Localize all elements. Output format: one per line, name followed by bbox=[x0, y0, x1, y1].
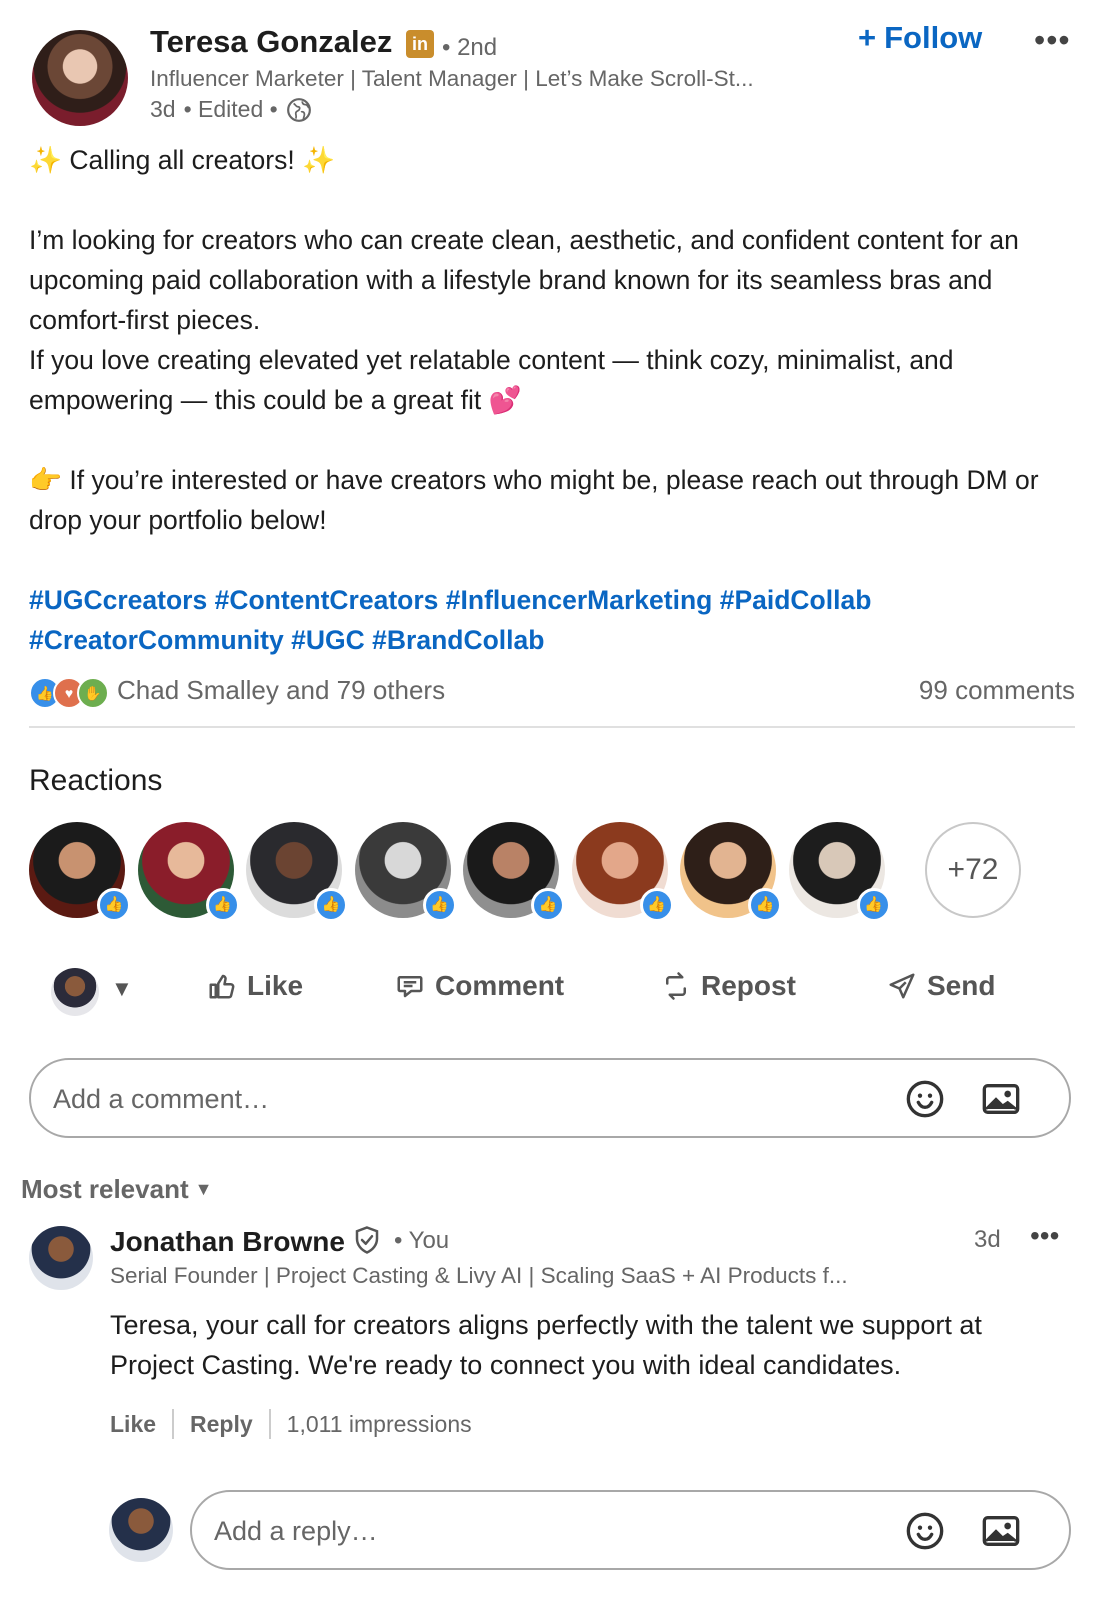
support-reaction-icon: ✋ bbox=[77, 677, 109, 709]
hashtag-link[interactable]: #BrandCollab bbox=[372, 625, 544, 655]
hashtag-list: #UGCcreators #ContentCreators #Influence… bbox=[29, 580, 1079, 660]
reply-avatar[interactable] bbox=[109, 1498, 173, 1562]
hashtag-link[interactable]: #ContentCreators bbox=[215, 585, 439, 615]
repost-button[interactable]: Repost bbox=[661, 970, 796, 1002]
reactor-avatar[interactable]: 👍 bbox=[463, 822, 565, 922]
action-bar: ▼ Like Comment Repost Send bbox=[29, 960, 1075, 1020]
like-badge-icon: 👍 bbox=[314, 888, 348, 922]
reactor-avatar[interactable]: 👍 bbox=[354, 822, 457, 922]
social-counts: 👍 ♥ ✋ Chad Smalley and 79 others 99 comm… bbox=[29, 673, 1075, 713]
more-options-icon[interactable]: ••• bbox=[1034, 22, 1071, 59]
connection-degree: • 2nd bbox=[442, 34, 498, 61]
divider bbox=[29, 726, 1075, 728]
send-icon bbox=[889, 973, 915, 999]
post-paragraph-3: If you love creating elevated yet relata… bbox=[29, 345, 954, 415]
reactor-avatar[interactable]: 👍 bbox=[788, 822, 891, 922]
reactor-avatar[interactable]: 👍 bbox=[571, 822, 674, 922]
hashtag-link[interactable]: #InfluencerMarketing bbox=[446, 585, 713, 615]
plus-icon: + bbox=[858, 20, 877, 55]
author-headline: Influencer Marketer | Talent Manager | L… bbox=[150, 66, 754, 91]
comment-reply-button[interactable]: Reply bbox=[190, 1411, 253, 1438]
post-time: 3d bbox=[150, 96, 176, 122]
image-icon[interactable] bbox=[981, 1079, 1021, 1119]
send-button[interactable]: Send bbox=[887, 970, 995, 1002]
hashtag-link[interactable]: #UGCcreators bbox=[29, 585, 207, 615]
comment-more-icon[interactable]: ••• bbox=[1030, 1220, 1059, 1252]
commenter-headline: Serial Founder | Project Casting & Livy … bbox=[110, 1263, 848, 1288]
hashtag-link[interactable]: #CreatorCommunity bbox=[29, 625, 284, 655]
post-meta: 3d • Edited • bbox=[150, 96, 312, 123]
like-badge-icon: 👍 bbox=[97, 888, 131, 922]
comment-icon bbox=[397, 976, 423, 998]
actor-avatar[interactable] bbox=[51, 968, 99, 1016]
premium-badge-icon: in bbox=[406, 30, 434, 58]
post-paragraph-2: I’m looking for creators who can create … bbox=[29, 225, 1019, 335]
emoji-icon[interactable] bbox=[905, 1511, 945, 1551]
separator bbox=[268, 1409, 271, 1439]
comment-like-button[interactable]: Like bbox=[110, 1411, 156, 1438]
send-label: Send bbox=[927, 970, 996, 1001]
like-badge-icon: 👍 bbox=[748, 888, 782, 922]
reply-composer[interactable] bbox=[190, 1490, 1071, 1570]
post-paragraph-4: 👉 If you’re interested or have creators … bbox=[29, 465, 1039, 535]
repost-label: Repost bbox=[701, 970, 796, 1001]
edited-label: • Edited • bbox=[183, 96, 278, 122]
author-avatar[interactable] bbox=[32, 30, 128, 126]
like-label: Like bbox=[247, 970, 304, 1001]
comment-text: Teresa, your call for creators aligns pe… bbox=[110, 1310, 982, 1380]
thumbs-up-icon bbox=[209, 974, 235, 999]
repost-icon bbox=[666, 972, 686, 1000]
post-card: Teresa Gonzalez in • 2nd Influencer Mark… bbox=[0, 0, 1100, 1618]
comment-time: 3d bbox=[974, 1226, 1001, 1253]
follow-label: Follow bbox=[884, 20, 983, 55]
sort-dropdown[interactable]: Most relevant ▼ bbox=[21, 1174, 212, 1205]
comment-input[interactable] bbox=[51, 1070, 875, 1128]
post-body: ✨ Calling all creators! ✨ I’m looking fo… bbox=[29, 140, 1079, 660]
follow-button[interactable]: + Follow bbox=[858, 20, 982, 56]
globe-icon bbox=[286, 97, 311, 122]
caret-down-icon: ▼ bbox=[194, 1179, 213, 1199]
like-badge-icon: 👍 bbox=[639, 888, 674, 922]
reactor-avatar[interactable]: 👍 bbox=[29, 822, 131, 922]
like-button[interactable]: Like bbox=[207, 970, 303, 1002]
reactors-summary[interactable]: Chad Smalley and 79 others bbox=[117, 675, 445, 706]
commenter-avatar[interactable] bbox=[29, 1226, 93, 1290]
comment-actions: Like Reply 1,011 impressions bbox=[110, 1409, 472, 1439]
you-label: • You bbox=[394, 1227, 450, 1254]
image-icon[interactable] bbox=[981, 1511, 1021, 1551]
more-reactions-button[interactable]: +72 bbox=[925, 822, 1021, 918]
reaction-type-icons[interactable]: 👍 ♥ ✋ bbox=[29, 677, 109, 709]
like-badge-icon: 👍 bbox=[205, 888, 240, 922]
reactions-heading: Reactions bbox=[29, 764, 163, 797]
emoji-icon[interactable] bbox=[905, 1079, 945, 1119]
separator bbox=[172, 1409, 175, 1439]
comment-button[interactable]: Comment bbox=[395, 970, 564, 1002]
comment-label: Comment bbox=[435, 970, 565, 1001]
verified-shield-icon bbox=[355, 1226, 379, 1254]
impressions-count: 1,011 impressions bbox=[286, 1410, 472, 1437]
like-badge-icon: 👍 bbox=[856, 888, 891, 922]
sort-label: Most relevant bbox=[21, 1174, 189, 1204]
reactor-avatar[interactable]: 👍 bbox=[680, 822, 782, 922]
author-name[interactable]: Teresa Gonzalez bbox=[150, 24, 392, 60]
chevron-down-icon[interactable]: ▼ bbox=[111, 976, 133, 1002]
hashtag-link[interactable]: #UGC bbox=[291, 625, 365, 655]
post-line-1: ✨ Calling all creators! ✨ bbox=[29, 145, 336, 175]
reactor-avatar[interactable]: 👍 bbox=[246, 822, 348, 922]
comments-count[interactable]: 99 comments bbox=[919, 675, 1075, 706]
commenter-name[interactable]: Jonathan Browne bbox=[110, 1226, 345, 1258]
reactor-avatar[interactable]: 👍 bbox=[137, 822, 240, 922]
comment-composer[interactable] bbox=[29, 1058, 1071, 1138]
like-badge-icon: 👍 bbox=[531, 888, 565, 922]
hashtag-link[interactable]: #PaidCollab bbox=[720, 585, 872, 615]
like-badge-icon: 👍 bbox=[422, 888, 457, 922]
